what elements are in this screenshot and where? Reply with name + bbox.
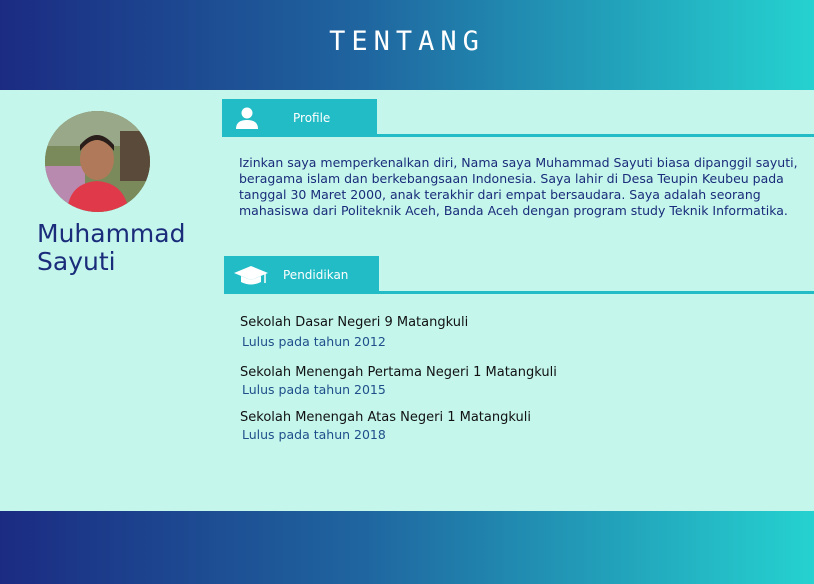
avatar-photo — [45, 111, 150, 212]
education-year: Lulus pada tahun 2012 — [242, 334, 386, 349]
user-icon — [236, 107, 258, 129]
tab-profile-label: Profile — [293, 111, 331, 125]
profile-bio: Izinkan saya memperkenalkan diri, Nama s… — [239, 155, 798, 218]
education-school: Sekolah Menengah Pertama Negeri 1 Matang… — [240, 365, 557, 380]
profile-name-last: Sayuti — [37, 247, 116, 276]
profile-name: Muhammad Sayuti — [37, 220, 207, 276]
tab-profile[interactable]: Profile — [222, 99, 377, 136]
avatar — [45, 111, 150, 212]
page-footer — [0, 511, 814, 584]
education-school: Sekolah Dasar Negeri 9 Matangkuli — [240, 315, 469, 330]
profile-divider — [222, 134, 814, 137]
graduation-cap-icon — [234, 266, 268, 285]
tab-pendidikan-label: Pendidikan — [283, 268, 349, 282]
education-year: Lulus pada tahun 2018 — [242, 427, 386, 442]
education-year: Lulus pada tahun 2015 — [242, 382, 386, 397]
tab-pendidikan[interactable]: Pendidikan — [224, 256, 379, 293]
page-header: TENTANG — [0, 0, 814, 90]
education-school: Sekolah Menengah Atas Negeri 1 Matangkul… — [240, 410, 531, 425]
profile-name-first: Muhammad — [37, 219, 186, 248]
page-title: TENTANG — [329, 26, 485, 57]
pendidikan-divider — [224, 291, 814, 294]
